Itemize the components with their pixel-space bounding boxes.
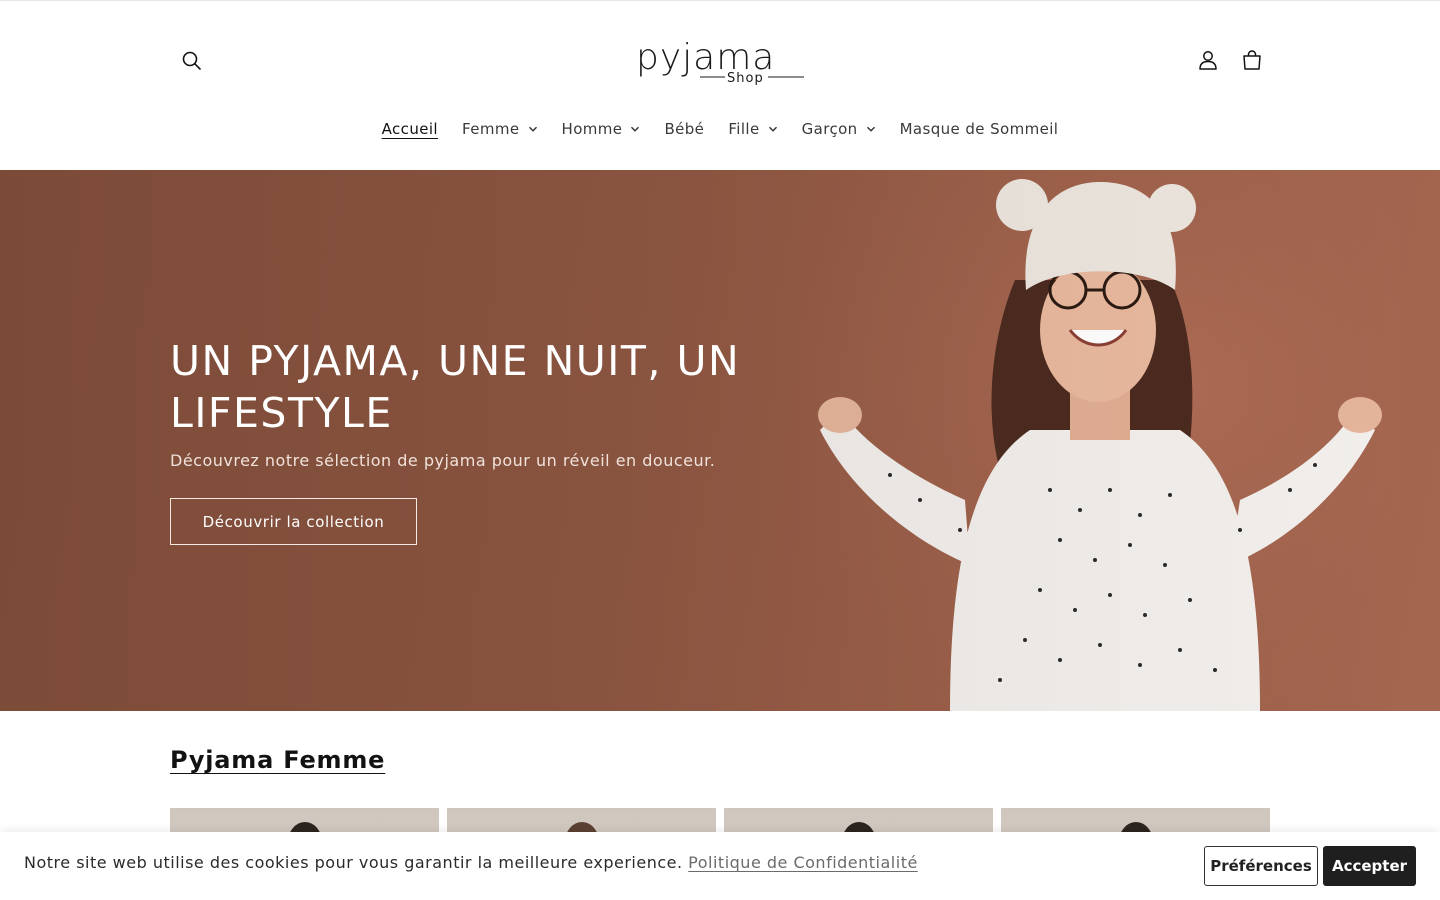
nav-item-label: Accueil xyxy=(381,120,439,138)
nav-item-homme[interactable]: Homme xyxy=(550,111,653,147)
nav-item-bebe[interactable]: Bébé xyxy=(652,111,716,147)
main-navigation: Accueil Femme Homme Bébé Fille Garçon Ma… xyxy=(0,111,1440,147)
nav-item-garcon[interactable]: Garçon xyxy=(790,111,888,147)
nav-item-accueil[interactable]: Accueil xyxy=(370,111,450,147)
preferences-button[interactable]: Préférences xyxy=(1204,846,1318,886)
discover-collection-button[interactable]: Découvrir la collection xyxy=(170,498,417,545)
nav-item-label: Fille xyxy=(728,120,760,138)
search-icon xyxy=(182,51,201,70)
chevron-down-icon xyxy=(631,126,640,132)
nav-item-label: Masque de Sommeil xyxy=(899,120,1059,138)
hero-subtitle: Découvrez notre sélection de pyjama pour… xyxy=(170,451,716,470)
cookie-message: Notre site web utilise des cookies pour … xyxy=(24,853,918,872)
cart-button[interactable] xyxy=(1230,38,1274,82)
hero-title: UN PYJAMA, UNE NUIT, UN LIFESTYLE xyxy=(170,337,741,437)
cookie-text: Notre site web utilise des cookies pour … xyxy=(24,853,683,872)
collection-title[interactable]: Pyjama Femme xyxy=(170,746,385,774)
chevron-down-icon xyxy=(528,126,537,132)
account-icon xyxy=(1199,51,1217,70)
nav-item-fille[interactable]: Fille xyxy=(716,111,789,147)
nav-item-label: Homme xyxy=(561,120,623,138)
account-button[interactable] xyxy=(1186,38,1230,82)
nav-item-label: Femme xyxy=(462,120,520,138)
privacy-policy-link[interactable]: Politique de Confidentialité xyxy=(688,853,918,872)
site-header: pyjama Shop Accueil Femme Homme Bébé Fil… xyxy=(0,0,1440,170)
cart-icon xyxy=(1243,50,1261,70)
logo-subtext: Shop xyxy=(727,71,764,86)
chevron-down-icon xyxy=(768,126,777,132)
accept-button[interactable]: Accepter xyxy=(1323,846,1416,886)
hero-banner: UN PYJAMA, UNE NUIT, UN LIFESTYLE Découv… xyxy=(0,170,1440,711)
nav-item-label: Garçon xyxy=(801,120,858,138)
site-logo[interactable]: pyjama Shop xyxy=(630,31,810,91)
chevron-down-icon xyxy=(866,126,875,132)
cookie-banner: Notre site web utilise des cookies pour … xyxy=(0,832,1440,900)
nav-item-masque-de-sommeil[interactable]: Masque de Sommeil xyxy=(888,111,1071,147)
nav-item-label: Bébé xyxy=(664,120,705,138)
hero-overlay xyxy=(0,170,1440,711)
search-button[interactable] xyxy=(170,39,214,83)
nav-item-femme[interactable]: Femme xyxy=(450,111,550,147)
